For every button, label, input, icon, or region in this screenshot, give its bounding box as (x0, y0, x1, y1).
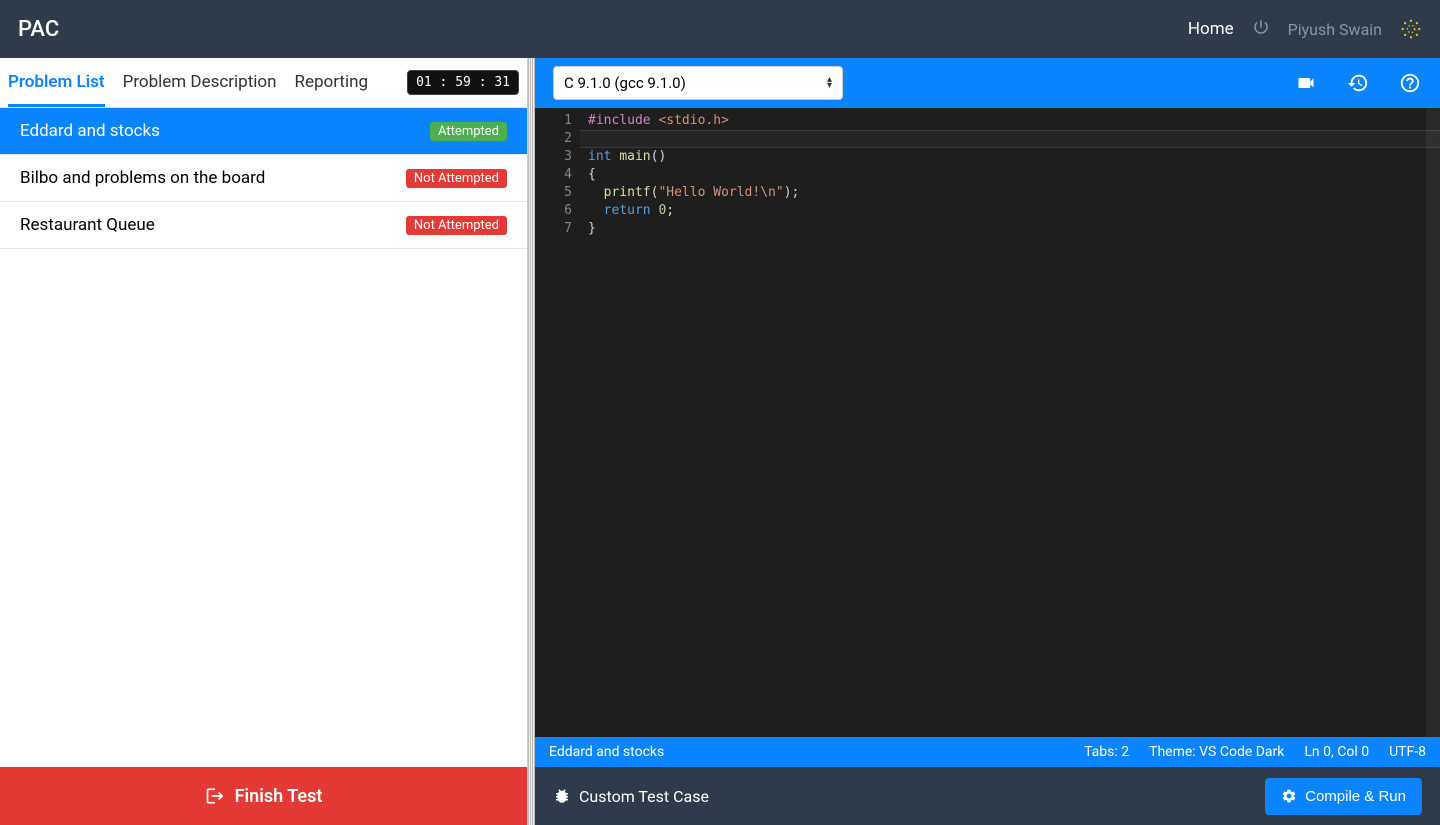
finish-test-label: Finish Test (235, 786, 323, 807)
code-line[interactable]: printf("Hello World!\n"); (588, 184, 1440, 202)
help-icon[interactable] (1398, 71, 1422, 95)
bottom-bar: Custom Test Case Compile & Run (535, 767, 1440, 825)
editor-toolbar: C 9.1.0 (gcc 9.1.0) ▴▾ (535, 58, 1440, 108)
problem-name: Eddard and stocks (20, 121, 160, 141)
chevron-updown-icon: ▴▾ (827, 77, 832, 89)
status-encoding: UTF-8 (1389, 744, 1426, 760)
history-icon[interactable] (1346, 71, 1370, 95)
main-area: Problem List Problem Description Reporti… (0, 58, 1440, 825)
editor-scrollbar[interactable] (1426, 108, 1440, 737)
compile-run-label: Compile & Run (1305, 788, 1406, 805)
problem-row[interactable]: Restaurant Queue Not Attempted (0, 202, 527, 249)
countdown-timer: 01 : 59 : 31 (407, 70, 519, 95)
compile-run-button[interactable]: Compile & Run (1265, 778, 1422, 815)
gear-icon (1281, 788, 1297, 804)
top-nav: Home Piyush Swain (1188, 18, 1422, 40)
status-cursor: Ln 0, Col 0 (1304, 744, 1369, 760)
video-icon[interactable] (1294, 71, 1318, 95)
code-area[interactable]: #include <stdio.h> int main(){ printf("He… (580, 108, 1440, 737)
status-right-group: Tabs: 2 Theme: VS Code Dark Ln 0, Col 0 … (1084, 744, 1426, 760)
language-select[interactable]: C 9.1.0 (gcc 9.1.0) ▴▾ (553, 66, 843, 100)
problem-row[interactable]: Eddard and stocks Attempted (0, 108, 527, 155)
tab-reporting[interactable]: Reporting (295, 60, 369, 106)
problem-row[interactable]: Bilbo and problems on the board Not Attem… (0, 155, 527, 202)
custom-test-case-button[interactable]: Custom Test Case (553, 787, 709, 806)
editor-toolbar-icons (1294, 71, 1422, 95)
language-selected: C 9.1.0 (gcc 9.1.0) (564, 74, 686, 92)
tab-problem-list[interactable]: Problem List (8, 60, 105, 107)
bug-icon (553, 787, 571, 805)
status-badge: Not Attempted (406, 216, 507, 235)
problem-name: Restaurant Queue (20, 215, 155, 235)
tabs-row: Problem List Problem Description Reporti… (0, 58, 527, 108)
right-panel: C 9.1.0 (gcc 9.1.0) ▴▾ 1234567 #include … (535, 58, 1440, 825)
signout-icon (205, 786, 225, 806)
code-line[interactable] (588, 130, 1440, 148)
code-editor[interactable]: 1234567 #include <stdio.h> int main(){ pr… (535, 108, 1440, 737)
user-name: Piyush Swain (1288, 20, 1382, 39)
left-panel: Problem List Problem Description Reporti… (0, 58, 528, 825)
code-line[interactable]: int main() (588, 148, 1440, 166)
line-gutter: 1234567 (535, 108, 580, 737)
problem-name: Bilbo and problems on the board (20, 168, 265, 188)
status-badge: Attempted (430, 122, 507, 141)
top-bar: PAC Home Piyush Swain (0, 0, 1440, 58)
status-problem-name: Eddard and stocks (549, 744, 664, 760)
status-badge: Not Attempted (406, 169, 507, 188)
code-line[interactable]: { (588, 166, 1440, 184)
power-icon[interactable] (1252, 18, 1270, 40)
brand-logo: PAC (18, 17, 59, 42)
code-line[interactable]: return 0; (588, 202, 1440, 220)
status-theme[interactable]: Theme: VS Code Dark (1149, 744, 1284, 760)
custom-test-case-label: Custom Test Case (579, 787, 709, 806)
home-link[interactable]: Home (1188, 19, 1234, 39)
splitter-handle[interactable] (528, 58, 535, 825)
tabs: Problem List Problem Description Reporti… (8, 60, 368, 106)
tab-problem-description[interactable]: Problem Description (123, 60, 277, 106)
sun-icon[interactable] (1400, 18, 1422, 40)
code-line[interactable]: #include <stdio.h> (588, 112, 1440, 130)
code-line[interactable]: } (588, 220, 1440, 238)
status-tabs[interactable]: Tabs: 2 (1084, 744, 1129, 760)
editor-statusbar: Eddard and stocks Tabs: 2 Theme: VS Code… (535, 737, 1440, 767)
finish-test-button[interactable]: Finish Test (0, 767, 527, 825)
problem-list: Eddard and stocks Attempted Bilbo and prob… (0, 108, 527, 767)
